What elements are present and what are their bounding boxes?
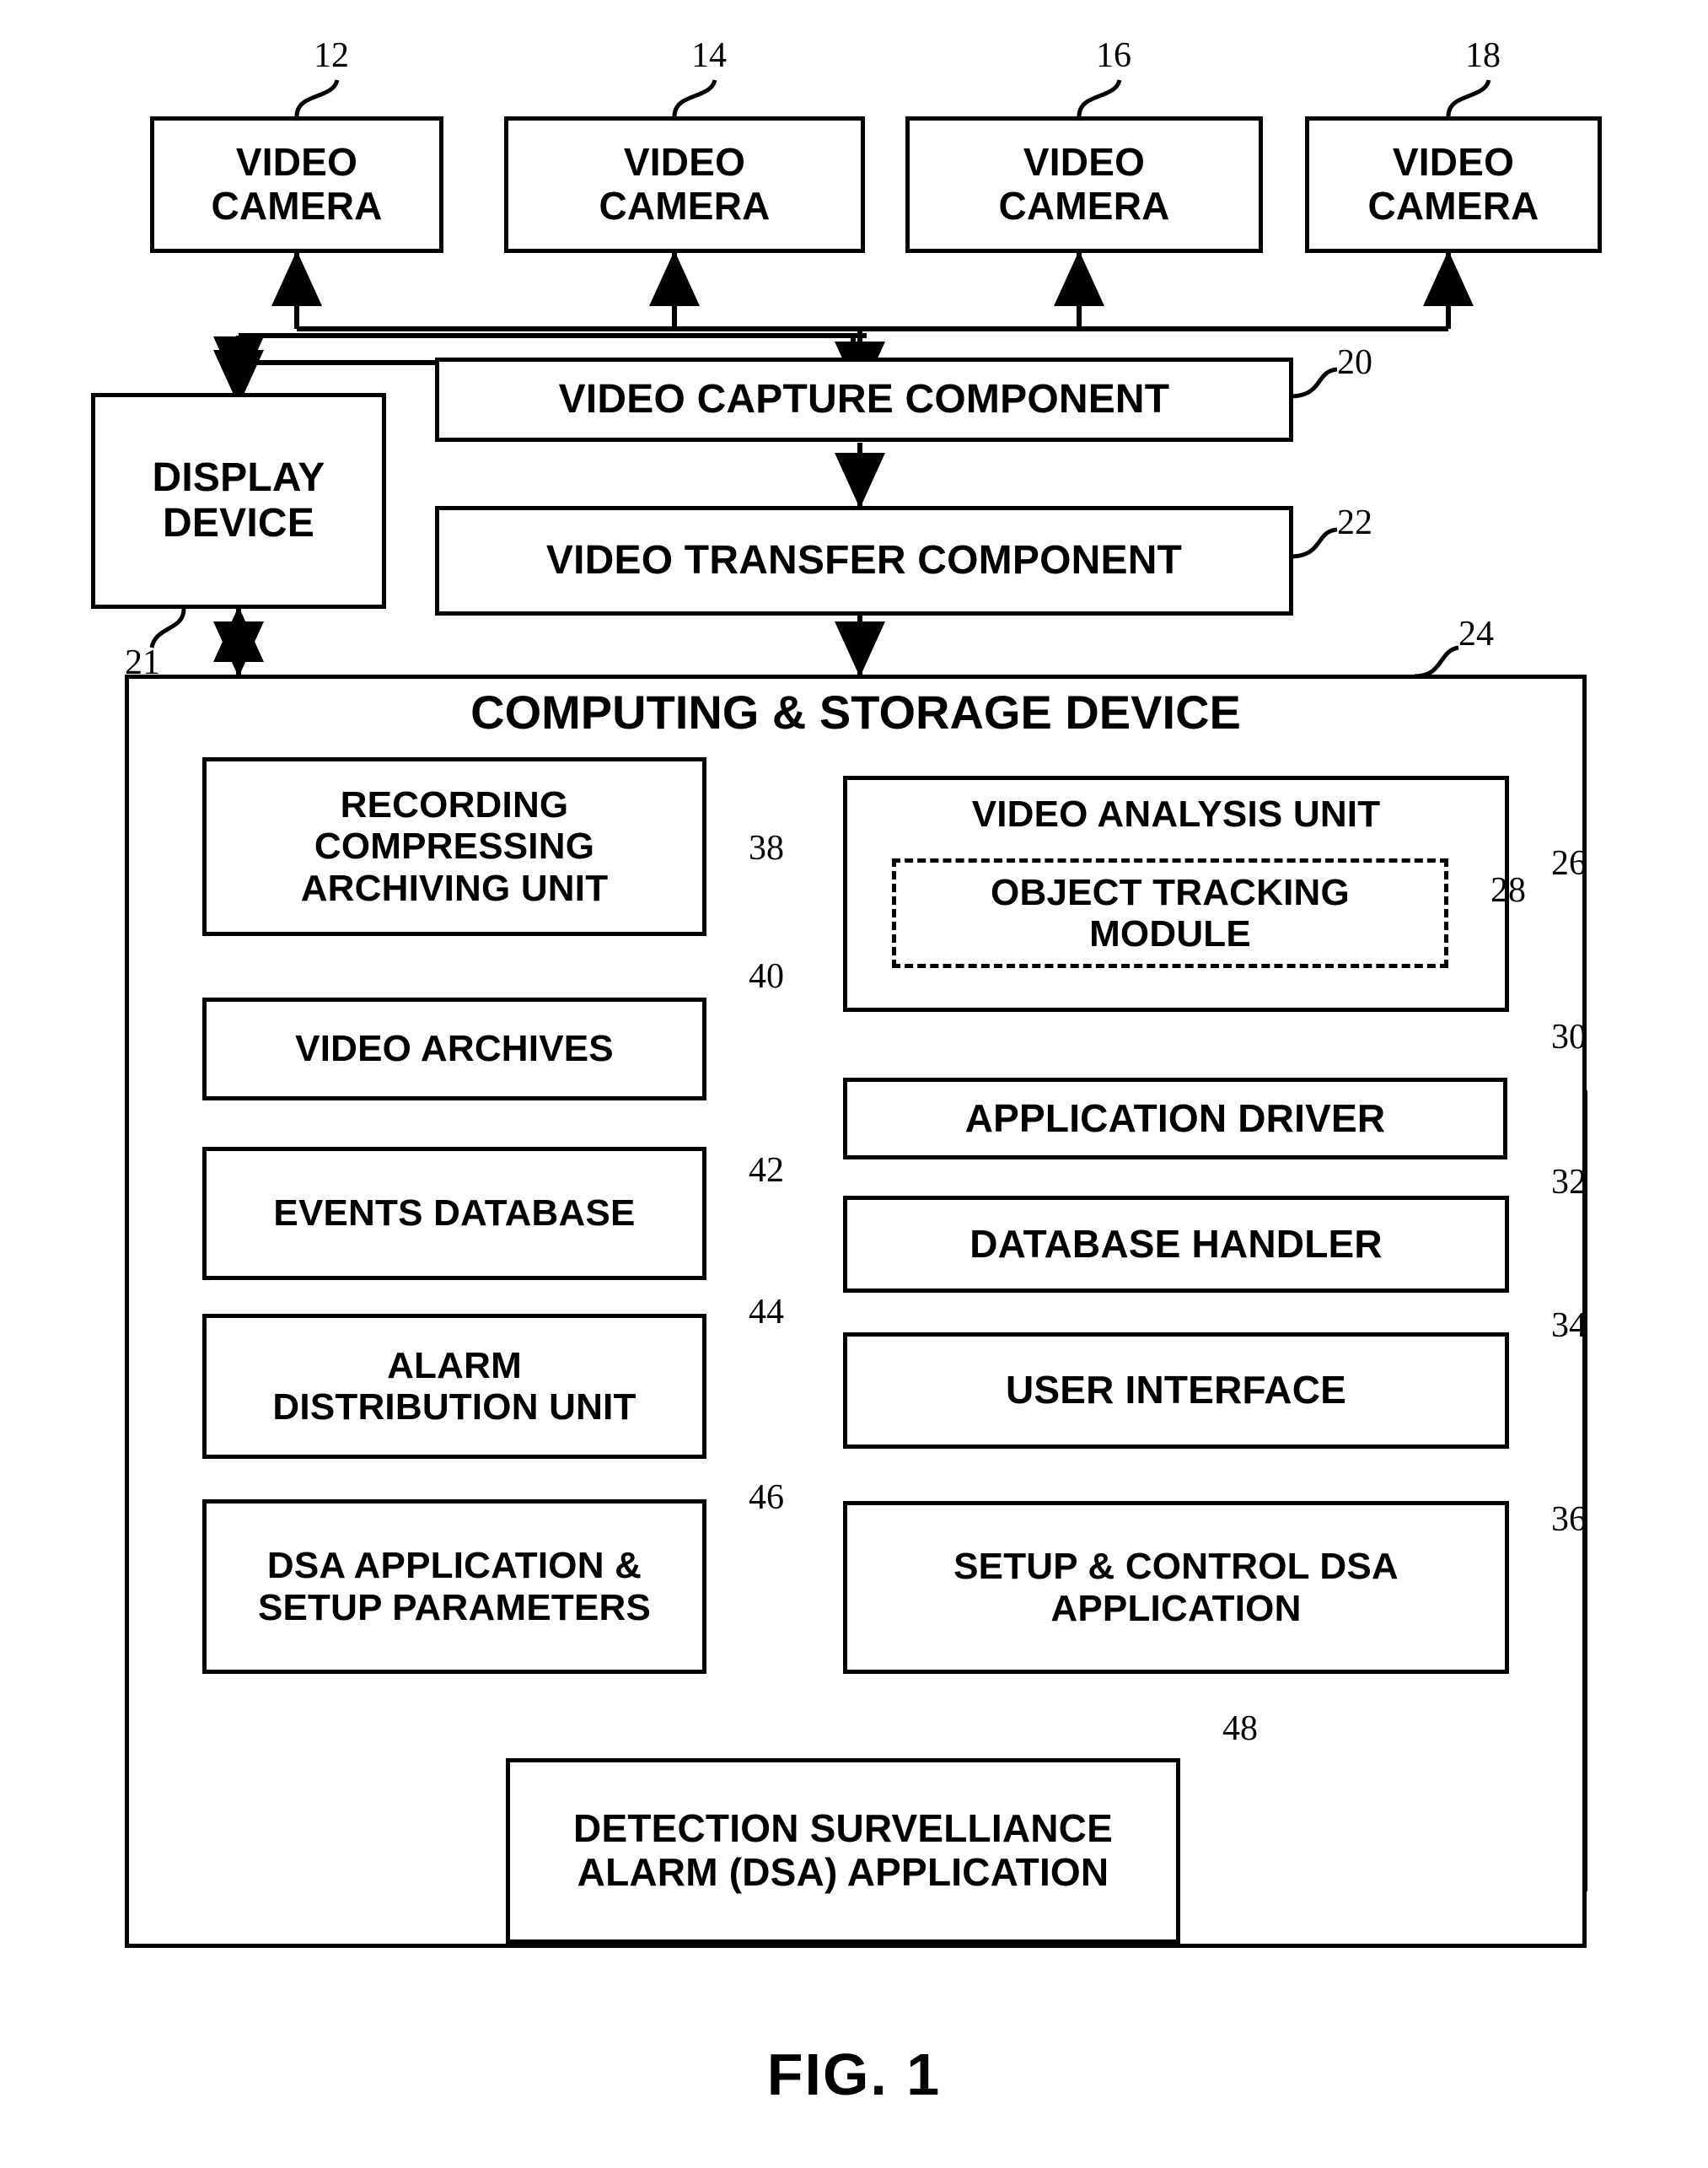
object-tracking-line2: MODULE [1089, 913, 1251, 955]
video-camera-12-label: VIDEO CAMERA [154, 141, 439, 228]
video-capture-component[interactable]: VIDEO CAPTURE COMPONENT [435, 358, 1293, 442]
display-device[interactable]: DISPLAY DEVICE [91, 393, 386, 609]
ref-44: 44 [749, 1293, 784, 1331]
recording-unit-label: RECORDING COMPRESSING ARCHIVING UNIT [207, 784, 702, 909]
recording-unit-line3: ARCHIVING UNIT [300, 867, 609, 909]
video-camera-14[interactable]: VIDEO CAMERA [504, 116, 865, 253]
detection-surveillance-alarm-application[interactable]: DETECTION SURVELLIANCE ALARM (DSA) APPLI… [506, 1758, 1180, 1944]
ref-22: 22 [1337, 503, 1372, 542]
video-analysis-unit-label: VIDEO ANALYSIS UNIT [971, 793, 1381, 835]
camera-18-line2: CAMERA [1367, 184, 1539, 228]
ref-40: 40 [749, 957, 784, 996]
object-tracking-line1: OBJECT TRACKING [991, 871, 1350, 913]
ref-24: 24 [1458, 615, 1494, 654]
setup-control-dsa-application[interactable]: SETUP & CONTROL DSA APPLICATION [843, 1501, 1509, 1674]
ref-38: 38 [749, 829, 784, 868]
ref-12: 12 [314, 36, 349, 75]
alarm-distribution-unit[interactable]: ALARM DISTRIBUTION UNIT [202, 1314, 706, 1459]
ref-42: 42 [749, 1151, 784, 1190]
ref-30: 30 [1551, 1018, 1587, 1057]
database-handler-label: DATABASE HANDLER [969, 1221, 1383, 1266]
camera-12-line2: CAMERA [211, 184, 383, 228]
video-archives[interactable]: VIDEO ARCHIVES [202, 998, 706, 1100]
ref-36: 36 [1551, 1500, 1587, 1539]
ref-34: 34 [1551, 1306, 1587, 1345]
video-camera-18[interactable]: VIDEO CAMERA [1305, 116, 1602, 253]
camera-18-line1: VIDEO [1392, 140, 1515, 185]
ref-20: 20 [1337, 343, 1372, 382]
display-device-line2: DEVICE [163, 501, 314, 546]
application-driver[interactable]: APPLICATION DRIVER [843, 1078, 1507, 1159]
computing-storage-device-title: COMPUTING & STORAGE DEVICE [470, 686, 1241, 739]
database-handler[interactable]: DATABASE HANDLER [843, 1196, 1509, 1293]
ref-14: 14 [691, 36, 727, 75]
video-archives-label: VIDEO ARCHIVES [295, 1028, 614, 1070]
setup-control-dsa-label: SETUP & CONTROL DSA APPLICATION [847, 1546, 1505, 1629]
object-tracking-module[interactable]: OBJECT TRACKING MODULE [892, 858, 1448, 968]
video-capture-component-label: VIDEO CAPTURE COMPONENT [558, 377, 1170, 422]
camera-14-line2: CAMERA [599, 184, 771, 228]
alarm-unit-line1: ALARM [387, 1344, 522, 1386]
setup-control-line2: APPLICATION [1050, 1587, 1302, 1629]
camera-16-line2: CAMERA [998, 184, 1170, 228]
events-database-label: EVENTS DATABASE [273, 1192, 636, 1235]
application-driver-label: APPLICATION DRIVER [964, 1095, 1386, 1140]
dsa-application-line2: ALARM (DSA) APPLICATION [577, 1850, 1109, 1894]
recording-unit-line2: COMPRESSING [314, 826, 595, 868]
video-camera-14-label: VIDEO CAMERA [508, 141, 861, 228]
events-database[interactable]: EVENTS DATABASE [202, 1147, 706, 1280]
ref-26: 26 [1551, 844, 1587, 883]
patent-figure-canvas: VIDEO CAMERA VIDEO CAMERA VIDEO CAMERA V… [0, 0, 1708, 2168]
dsa-setup-line1: DSA APPLICATION & [266, 1545, 642, 1587]
ref-16: 16 [1096, 36, 1131, 75]
ref-32: 32 [1551, 1163, 1587, 1202]
ref-46: 46 [749, 1478, 784, 1517]
recording-compressing-archiving-unit[interactable]: RECORDING COMPRESSING ARCHIVING UNIT [202, 757, 706, 936]
dsa-setup-params-label: DSA APPLICATION & SETUP PARAMETERS [207, 1545, 702, 1628]
recording-unit-line1: RECORDING [340, 784, 569, 826]
camera-12-line1: VIDEO [235, 140, 358, 185]
alarm-distribution-unit-label: ALARM DISTRIBUTION UNIT [207, 1345, 702, 1428]
camera-16-line1: VIDEO [1023, 140, 1146, 185]
video-camera-16-label: VIDEO CAMERA [910, 141, 1259, 228]
video-transfer-component[interactable]: VIDEO TRANSFER COMPONENT [435, 506, 1293, 616]
video-camera-16[interactable]: VIDEO CAMERA [905, 116, 1263, 253]
user-interface[interactable]: USER INTERFACE [843, 1332, 1509, 1449]
camera-14-line1: VIDEO [623, 140, 746, 185]
dsa-application-line1: DETECTION SURVELLIANCE [573, 1806, 1113, 1851]
ref-48: 48 [1222, 1709, 1258, 1748]
video-camera-12[interactable]: VIDEO CAMERA [150, 116, 443, 253]
ref-28: 28 [1490, 871, 1526, 910]
user-interface-label: USER INTERFACE [1005, 1368, 1347, 1412]
video-transfer-component-label: VIDEO TRANSFER COMPONENT [545, 538, 1183, 584]
video-camera-18-label: VIDEO CAMERA [1309, 141, 1598, 228]
dsa-application-setup-parameters[interactable]: DSA APPLICATION & SETUP PARAMETERS [202, 1499, 706, 1674]
dsa-setup-line2: SETUP PARAMETERS [257, 1586, 652, 1628]
dsa-application-label: DETECTION SURVELLIANCE ALARM (DSA) APPLI… [510, 1807, 1176, 1894]
display-device-line1: DISPLAY [152, 455, 325, 501]
alarm-unit-line2: DISTRIBUTION UNIT [272, 1386, 636, 1428]
figure-caption: FIG. 1 [766, 2042, 942, 2107]
setup-control-line1: SETUP & CONTROL DSA [953, 1546, 1399, 1588]
ref-18: 18 [1465, 36, 1501, 75]
object-tracking-module-label: OBJECT TRACKING MODULE [896, 872, 1444, 955]
display-device-label: DISPLAY DEVICE [95, 455, 382, 546]
